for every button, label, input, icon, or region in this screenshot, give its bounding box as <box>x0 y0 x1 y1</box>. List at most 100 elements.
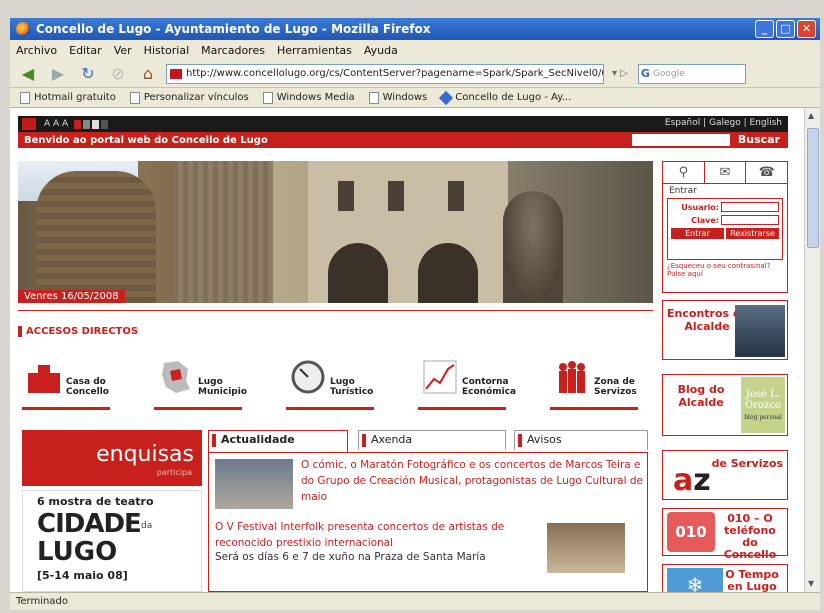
bookmark-windows-media[interactable]: Windows Media <box>262 91 355 104</box>
menu-historial[interactable]: Historial <box>144 44 189 57</box>
language-links[interactable]: Español | Galego | English <box>665 118 782 128</box>
login-tab-phone-icon[interactable]: ☎ <box>746 162 787 183</box>
news-photo-2[interactable] <box>547 523 625 573</box>
welcome-bar: Benvido ao portal web do Concello de Lug… <box>18 132 788 148</box>
tempo-label: O Tempo en Lugo <box>725 568 779 593</box>
news-headline-2[interactable]: O V Festival Interfolk presenta concerto… <box>215 519 541 551</box>
encontros-alcalde-banner[interactable]: Encontros co Alcalde <box>662 300 788 360</box>
telefono-010-banner[interactable]: 010 010 – O teléfono do Concello <box>662 508 788 561</box>
url-text: http://www.concellolugo.org/cs/ContentSe… <box>186 68 603 79</box>
menu-marcadores[interactable]: Marcadores <box>201 44 265 57</box>
page-content: A A A Español | Galego | English Benvido… <box>10 108 820 592</box>
news-headline-1[interactable]: O cómic, o Maratón Fotográfico e os conc… <box>301 457 643 505</box>
window-titlebar: Concello de Lugo - Ayuntamiento de Lugo … <box>10 18 820 40</box>
bookmark-personalizar[interactable]: Personalizar vínculos <box>129 91 249 104</box>
close-button[interactable]: ✕ <box>797 20 816 38</box>
concello-logo[interactable] <box>22 118 36 130</box>
go-icon[interactable]: ▾ ▷ <box>612 68 628 79</box>
acceso-lugo-municipio[interactable]: Lugo Municipio <box>154 353 247 413</box>
teatro-title-2: LUGO <box>37 537 118 567</box>
tab-avisos[interactable]: Avisos <box>514 430 648 450</box>
bookmark-windows[interactable]: Windows <box>368 91 427 104</box>
bookmark-label: Personalizar vínculos <box>143 92 249 103</box>
az-icon: az <box>673 463 711 498</box>
tempo-banner[interactable]: ❄ O Tempo en Lugo <box>662 564 788 592</box>
forward-icon[interactable]: ▶ <box>46 63 70 85</box>
servizos-label: de Servizos <box>711 457 783 470</box>
bookmark-label: Concello de Lugo - Ay... <box>455 92 572 103</box>
color-dark-swatch[interactable] <box>101 119 109 129</box>
acceso-label-1: Lugo <box>198 377 223 387</box>
bookmark-hotmail[interactable]: Hotmail gratuito <box>20 91 116 104</box>
usuario-label: Usuario: <box>681 202 719 212</box>
entrar-button[interactable]: Entrar <box>671 228 724 239</box>
reload-icon[interactable]: ↻ <box>76 63 100 85</box>
map-icon <box>162 361 190 393</box>
acceso-label-1: Casa do <box>66 377 106 387</box>
section-divider <box>18 310 653 314</box>
search-placeholder: Google <box>652 68 685 79</box>
minimize-button[interactable]: _ <box>755 20 774 38</box>
tab-axenda[interactable]: Axenda <box>358 430 506 450</box>
back-icon[interactable]: ◀ <box>16 63 40 85</box>
status-text: Terminado <box>16 596 68 607</box>
guia-servizos-banner[interactable]: az de Servizos <box>662 450 788 500</box>
scroll-up-icon[interactable]: ▲ <box>808 111 818 121</box>
blog-label: Blog do Alcalde <box>677 383 725 409</box>
buscar-button[interactable]: Buscar <box>738 133 780 146</box>
menu-archivo[interactable]: Archivo <box>16 44 57 57</box>
people-icon <box>559 361 585 393</box>
stop-icon[interactable]: ⊘ <box>106 63 130 85</box>
acceso-label-2: Concello <box>66 387 109 397</box>
font-size-controls[interactable]: A A A <box>44 119 68 129</box>
enquisas-banner[interactable]: enquisas participa <box>22 430 202 486</box>
plaza-building <box>308 161 508 303</box>
news-panel: O cómic, o Maratón Fotográfico e os conc… <box>208 452 648 592</box>
acceso-contorna-economica[interactable]: Contorna Económica <box>418 353 516 413</box>
teatro-banner[interactable]: 6 mostra de teatro CIDADE da LUGO [5-14 … <box>22 490 202 592</box>
menu-ver[interactable]: Ver <box>114 44 132 57</box>
page-icon <box>262 91 273 104</box>
maximize-button[interactable]: □ <box>776 20 795 38</box>
acceso-casa-concello[interactable]: Casa do Concello <box>22 353 112 413</box>
color-white-swatch[interactable] <box>92 119 100 129</box>
scroll-down-icon[interactable]: ▼ <box>808 579 818 589</box>
acceso-lugo-turistico[interactable]: Lugo Turístico <box>286 353 376 413</box>
page-icon <box>368 91 379 104</box>
forgot-password-link[interactable]: ¿Esqueceu o seu contrasinal? Pulse aquí <box>667 262 783 278</box>
acceso-zona-servizos[interactable]: Zona de Servizos <box>550 353 640 413</box>
bookmark-concello[interactable]: Concello de Lugo - Ay... <box>439 90 572 105</box>
window-controls: _ □ ✕ <box>755 20 816 38</box>
scroll-thumb[interactable] <box>807 128 819 248</box>
clave-label: Clave: <box>691 215 719 225</box>
login-form: Usuario: Clave: Entrar Rexistrarse <box>667 198 783 260</box>
blog-alcalde-banner[interactable]: Blog do Alcalde José L. Orozco blog pers… <box>662 374 788 436</box>
acceso-label-1: Zona de <box>594 377 635 387</box>
tab-actualidade[interactable]: Actualidade <box>208 430 348 452</box>
home-icon[interactable]: ⌂ <box>136 63 160 85</box>
compass-icon <box>291 360 325 394</box>
bookmarks-bar: Hotmail gratuito Personalizar vínculos W… <box>10 88 820 108</box>
welcome-text: Benvido ao portal web do Concello de Lug… <box>24 134 268 146</box>
clave-input[interactable] <box>721 215 779 225</box>
login-tab-mail-icon[interactable]: ✉ <box>705 162 747 183</box>
login-tabs: ⚲ ✉ ☎ <box>663 162 787 184</box>
menu-herramientas[interactable]: Herramientas <box>277 44 352 57</box>
menu-editar[interactable]: Editar <box>69 44 102 57</box>
page-scrollbar[interactable]: ▲ ▼ <box>804 108 820 592</box>
window-title: Concello de Lugo - Ayuntamiento de Lugo … <box>36 22 431 36</box>
search-box[interactable]: G Google <box>637 63 746 84</box>
site-search-input[interactable] <box>632 134 730 146</box>
hero-image: Venres 16/05/2008 <box>18 161 653 303</box>
usuario-input[interactable] <box>721 202 779 212</box>
login-tab-user-icon[interactable]: ⚲ <box>663 162 705 183</box>
color-red-swatch[interactable] <box>74 119 82 129</box>
google-icon: G <box>640 67 650 80</box>
menu-ayuda[interactable]: Ayuda <box>364 44 398 57</box>
url-bar[interactable]: http://www.concellolugo.org/cs/ContentSe… <box>166 63 604 84</box>
color-grey-swatch[interactable] <box>83 119 91 129</box>
news-photo-1[interactable] <box>215 459 293 509</box>
rexistrarse-button[interactable]: Rexistrarse <box>726 228 779 239</box>
building-icon <box>28 365 60 393</box>
blog-panel-name-2: Orozco <box>745 400 781 411</box>
